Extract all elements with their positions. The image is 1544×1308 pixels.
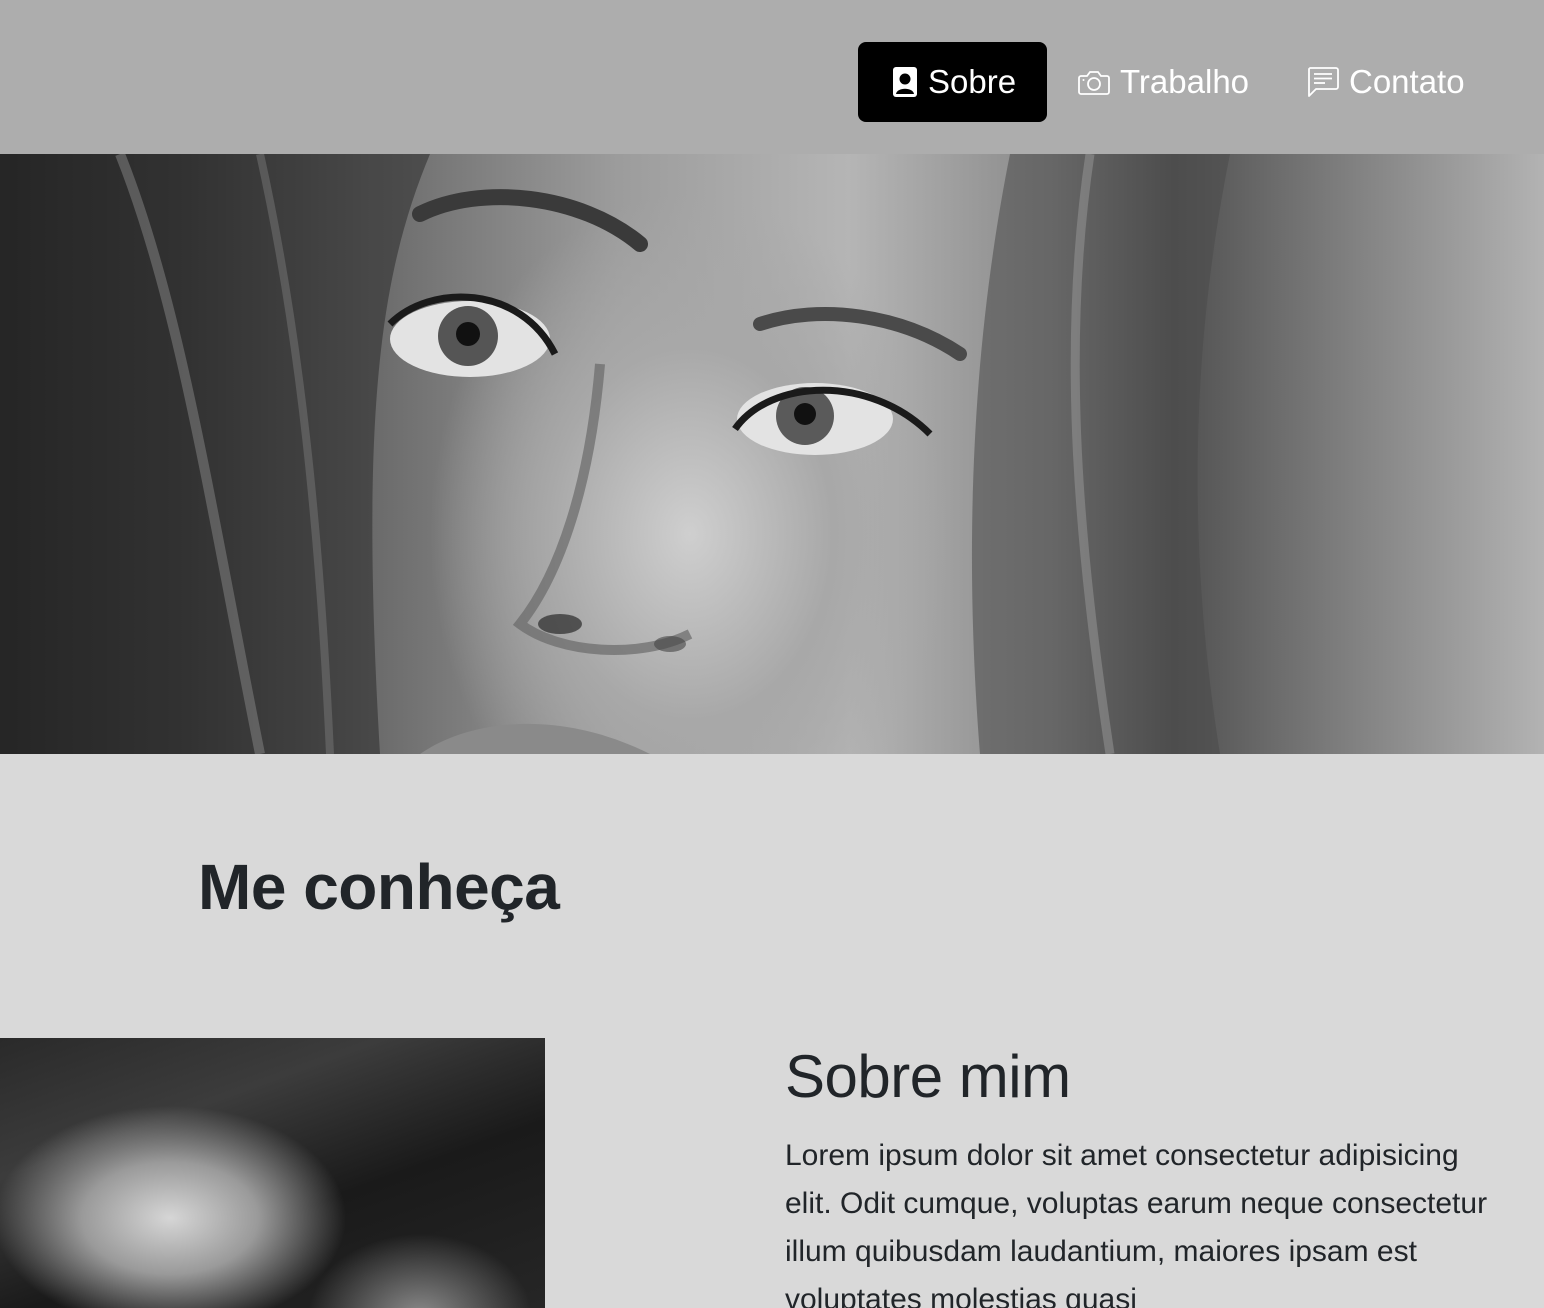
nav-item-contato[interactable]: Contato (1307, 42, 1465, 122)
nav-item-label: Sobre (928, 63, 1017, 100)
hero-portrait-image (0, 154, 1544, 754)
nav-item-label: Trabalho (1120, 63, 1250, 100)
person-badge-icon (892, 66, 918, 98)
about-title: Sobre mim (785, 1043, 1071, 1110)
section-title: Me conheça (198, 851, 560, 923)
navbar: Sobre Trabalho Contato (0, 0, 1544, 154)
camera-icon (1078, 69, 1110, 95)
chat-left-text-icon (1307, 67, 1339, 97)
nav-item-sobre[interactable]: Sobre (858, 42, 1047, 122)
about-photo-image (0, 1038, 545, 1308)
nav-item-label: Contato (1349, 63, 1465, 100)
about-text: Lorem ipsum dolor sit amet consectetur a… (785, 1139, 1488, 1308)
nav-item-trabalho[interactable]: Trabalho (1078, 42, 1249, 122)
